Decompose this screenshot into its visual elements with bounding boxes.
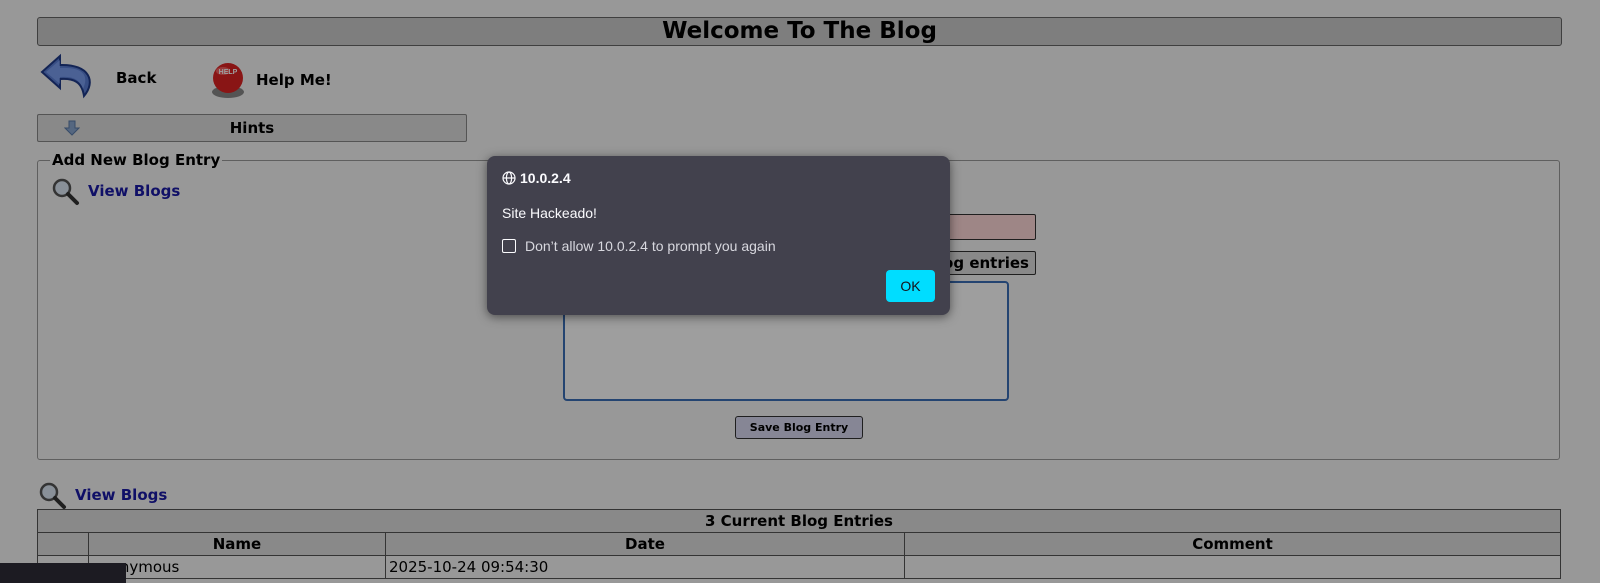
status-strip	[0, 563, 126, 583]
alert-dialog: 10.0.2.4 Site Hackeado! Don’t allow 10.0…	[487, 156, 950, 315]
dont-allow-label: Don’t allow 10.0.2.4 to prompt you again	[525, 238, 776, 254]
dont-allow-checkbox[interactable]	[502, 239, 516, 253]
dont-allow-prompt-row[interactable]: Don’t allow 10.0.2.4 to prompt you again	[502, 238, 776, 254]
dialog-origin-text: 10.0.2.4	[520, 170, 571, 186]
globe-icon	[502, 171, 516, 185]
ok-button[interactable]: OK	[886, 270, 935, 302]
dialog-message: Site Hackeado!	[502, 205, 597, 221]
dialog-origin: 10.0.2.4	[502, 170, 571, 186]
